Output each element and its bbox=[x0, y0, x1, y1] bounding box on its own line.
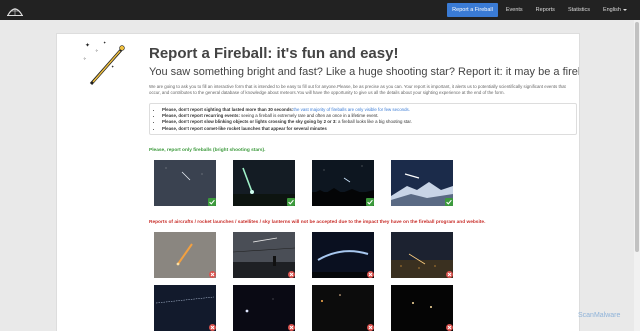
cross-icon bbox=[288, 271, 295, 278]
intro-text: We are going to ask you to fill an inter… bbox=[149, 84, 577, 96]
rule-item: Please, don't report comet-like rocket l… bbox=[162, 126, 570, 132]
reporting-rules-box: Please, don't report sighting that laste… bbox=[149, 103, 577, 135]
valid-example-image bbox=[391, 160, 453, 206]
nav-events[interactable]: Events bbox=[501, 3, 528, 17]
top-navbar: Report a Fireball Events Reports Statist… bbox=[0, 0, 640, 20]
cross-icon bbox=[367, 271, 374, 278]
cross-icon bbox=[288, 324, 295, 331]
invalid-example-image bbox=[312, 285, 374, 331]
scrollbar-thumb[interactable] bbox=[635, 22, 639, 252]
svg-text:✦: ✦ bbox=[111, 64, 115, 69]
page-title: Report a Fireball: it's fun and easy! bbox=[149, 45, 398, 62]
cross-icon bbox=[367, 324, 374, 331]
invalid-example-image bbox=[391, 285, 453, 331]
invalid-example-image bbox=[233, 285, 295, 331]
valid-fireballs-label: Please, report only fireballs (bright sh… bbox=[149, 148, 265, 153]
svg-text:✧: ✧ bbox=[95, 48, 99, 53]
svg-text:✦: ✦ bbox=[103, 40, 107, 45]
valid-example-image bbox=[233, 160, 295, 206]
invalid-example-image bbox=[233, 232, 295, 278]
cross-icon bbox=[446, 324, 453, 331]
language-dropdown[interactable]: English bbox=[598, 3, 632, 17]
svg-text:✦: ✦ bbox=[85, 42, 90, 49]
svg-text:✧: ✧ bbox=[83, 56, 87, 61]
meteor-illustration-icon: ✦ ✧ ✦ ✧ ✦ bbox=[81, 38, 129, 90]
checkmark-icon bbox=[366, 198, 374, 206]
cross-icon bbox=[209, 324, 216, 331]
valid-example-image bbox=[312, 160, 374, 206]
nav-report-fireball[interactable]: Report a Fireball bbox=[447, 3, 498, 17]
cross-icon bbox=[446, 271, 453, 278]
nav-statistics[interactable]: Statistics bbox=[563, 3, 595, 17]
checkmark-icon bbox=[208, 198, 216, 206]
language-label: English bbox=[603, 7, 621, 13]
invalid-example-image bbox=[154, 285, 216, 331]
rejected-objects-label: Reports of aircrafts / rocket launches /… bbox=[149, 220, 485, 225]
chevron-down-icon bbox=[623, 9, 627, 11]
cross-icon bbox=[209, 271, 216, 278]
page-subtitle: You saw something bright and fast? Like … bbox=[149, 66, 580, 78]
invalid-example-image bbox=[312, 232, 374, 278]
valid-example-image bbox=[154, 160, 216, 206]
rule-link[interactable]: the vast majority of fireballs are only … bbox=[293, 107, 410, 112]
checkmark-icon bbox=[287, 198, 295, 206]
nav-menu: Report a Fireball Events Reports Statist… bbox=[447, 3, 632, 17]
report-card: ✦ ✧ ✦ ✧ ✦ Report a Fireball: it's fun an… bbox=[56, 33, 580, 331]
dome-logo-icon[interactable] bbox=[6, 3, 24, 17]
checkmark-icon bbox=[445, 198, 453, 206]
watermark: ScanMalware bbox=[578, 312, 620, 319]
nav-reports[interactable]: Reports bbox=[531, 3, 560, 17]
invalid-example-image bbox=[154, 232, 216, 278]
invalid-example-image bbox=[391, 232, 453, 278]
